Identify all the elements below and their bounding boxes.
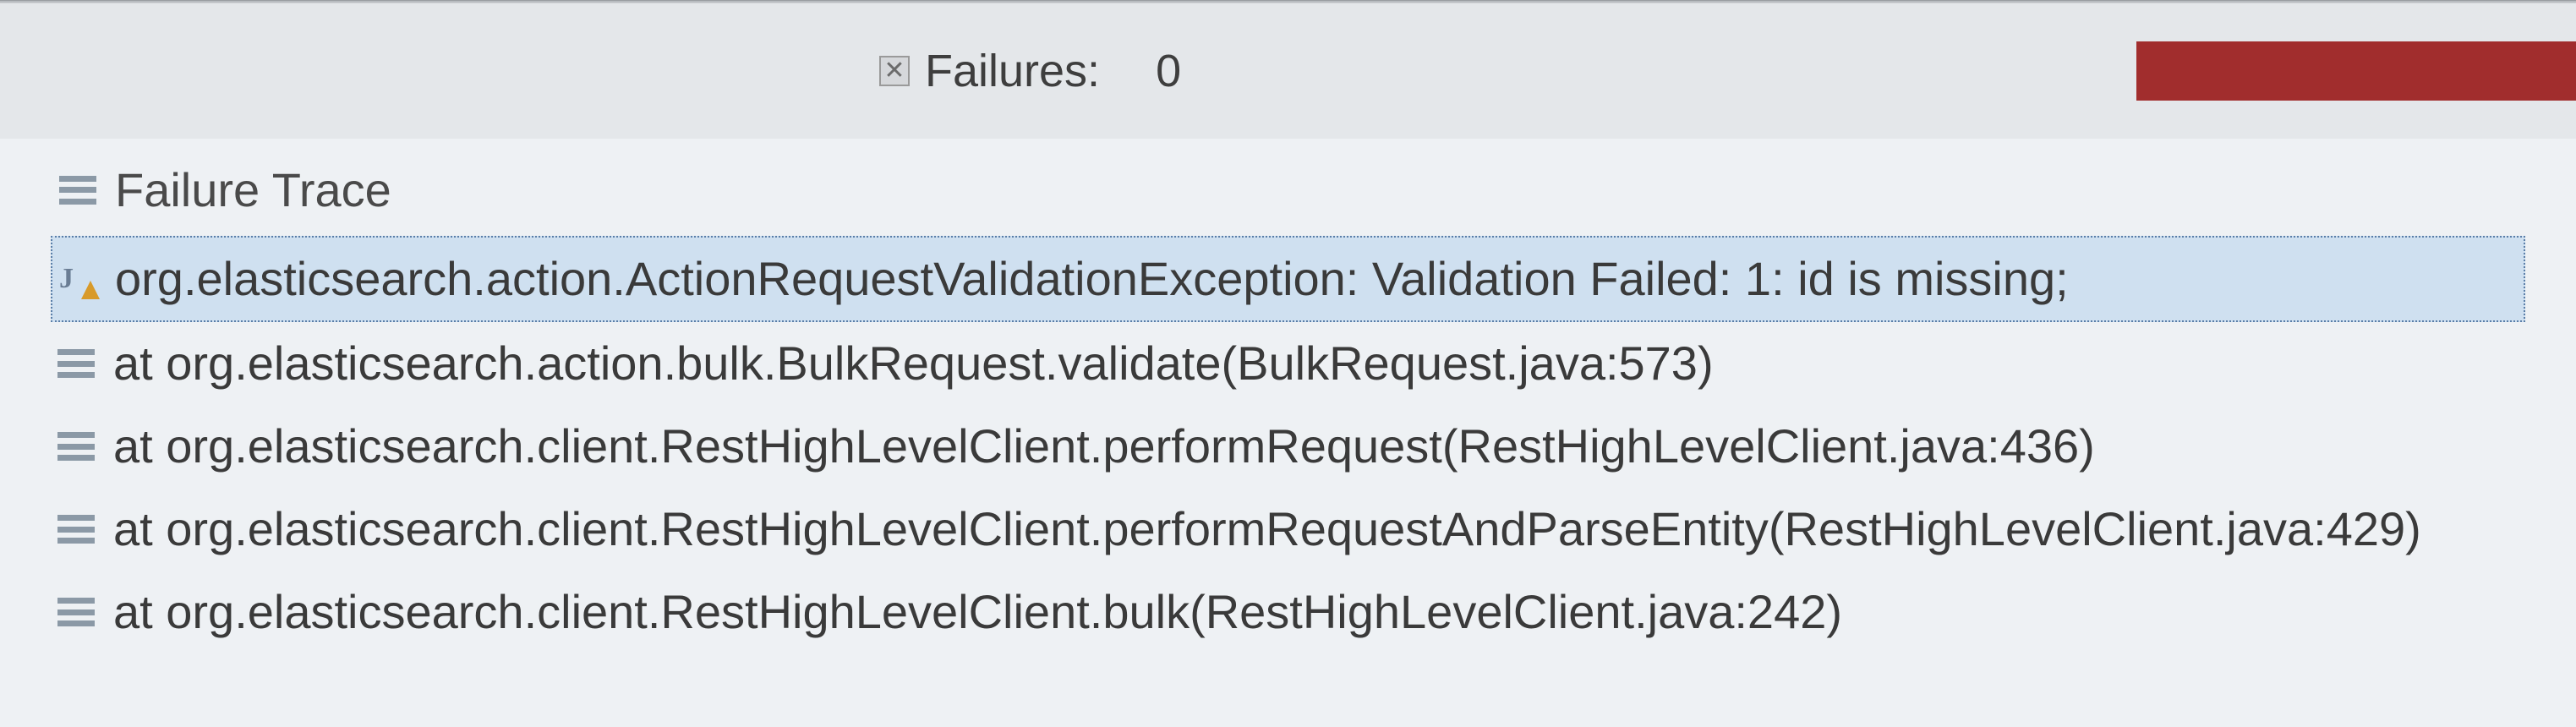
stack-frame-icon (57, 349, 95, 378)
stack-frame-icon (57, 432, 95, 461)
failures-count-block: ✕ Failures: 0 (879, 45, 1181, 97)
failure-trace-header: Failure Trace (0, 154, 2576, 236)
test-progress-bar (2136, 41, 2576, 101)
trace-row[interactable]: at org.elasticsearch.client.RestHighLeve… (51, 405, 2525, 488)
trace-row[interactable]: at org.elasticsearch.action.bulk.BulkReq… (51, 322, 2525, 405)
failure-trace-title: Failure Trace (115, 162, 391, 217)
test-summary-bar: ✕ Failures: 0 (0, 3, 2576, 139)
failures-label: Failures: (925, 45, 1100, 97)
stack-trace-icon (59, 176, 96, 205)
java-exception-icon: J (59, 260, 96, 298)
trace-row[interactable]: at org.elasticsearch.client.RestHighLeve… (51, 571, 2525, 653)
stack-frame-icon (57, 515, 95, 544)
trace-row[interactable]: at org.elasticsearch.client.RestHighLeve… (51, 488, 2525, 571)
trace-row-exception[interactable]: J org.elasticsearch.action.ActionRequest… (51, 236, 2525, 322)
trace-text: at org.elasticsearch.client.RestHighLeve… (113, 582, 1842, 642)
trace-text: org.elasticsearch.action.ActionRequestVa… (115, 249, 2069, 309)
trace-text: at org.elasticsearch.action.bulk.BulkReq… (113, 334, 1714, 393)
stack-frame-icon (57, 598, 95, 626)
failures-count: 0 (1156, 45, 1181, 97)
trace-text: at org.elasticsearch.client.RestHighLeve… (113, 417, 2095, 476)
failure-trace-panel: Failure Trace J org.elasticsearch.action… (0, 139, 2576, 727)
failure-trace-list[interactable]: J org.elasticsearch.action.ActionRequest… (0, 236, 2576, 653)
failures-x-icon: ✕ (879, 56, 910, 86)
trace-text: at org.elasticsearch.client.RestHighLeve… (113, 500, 2421, 559)
